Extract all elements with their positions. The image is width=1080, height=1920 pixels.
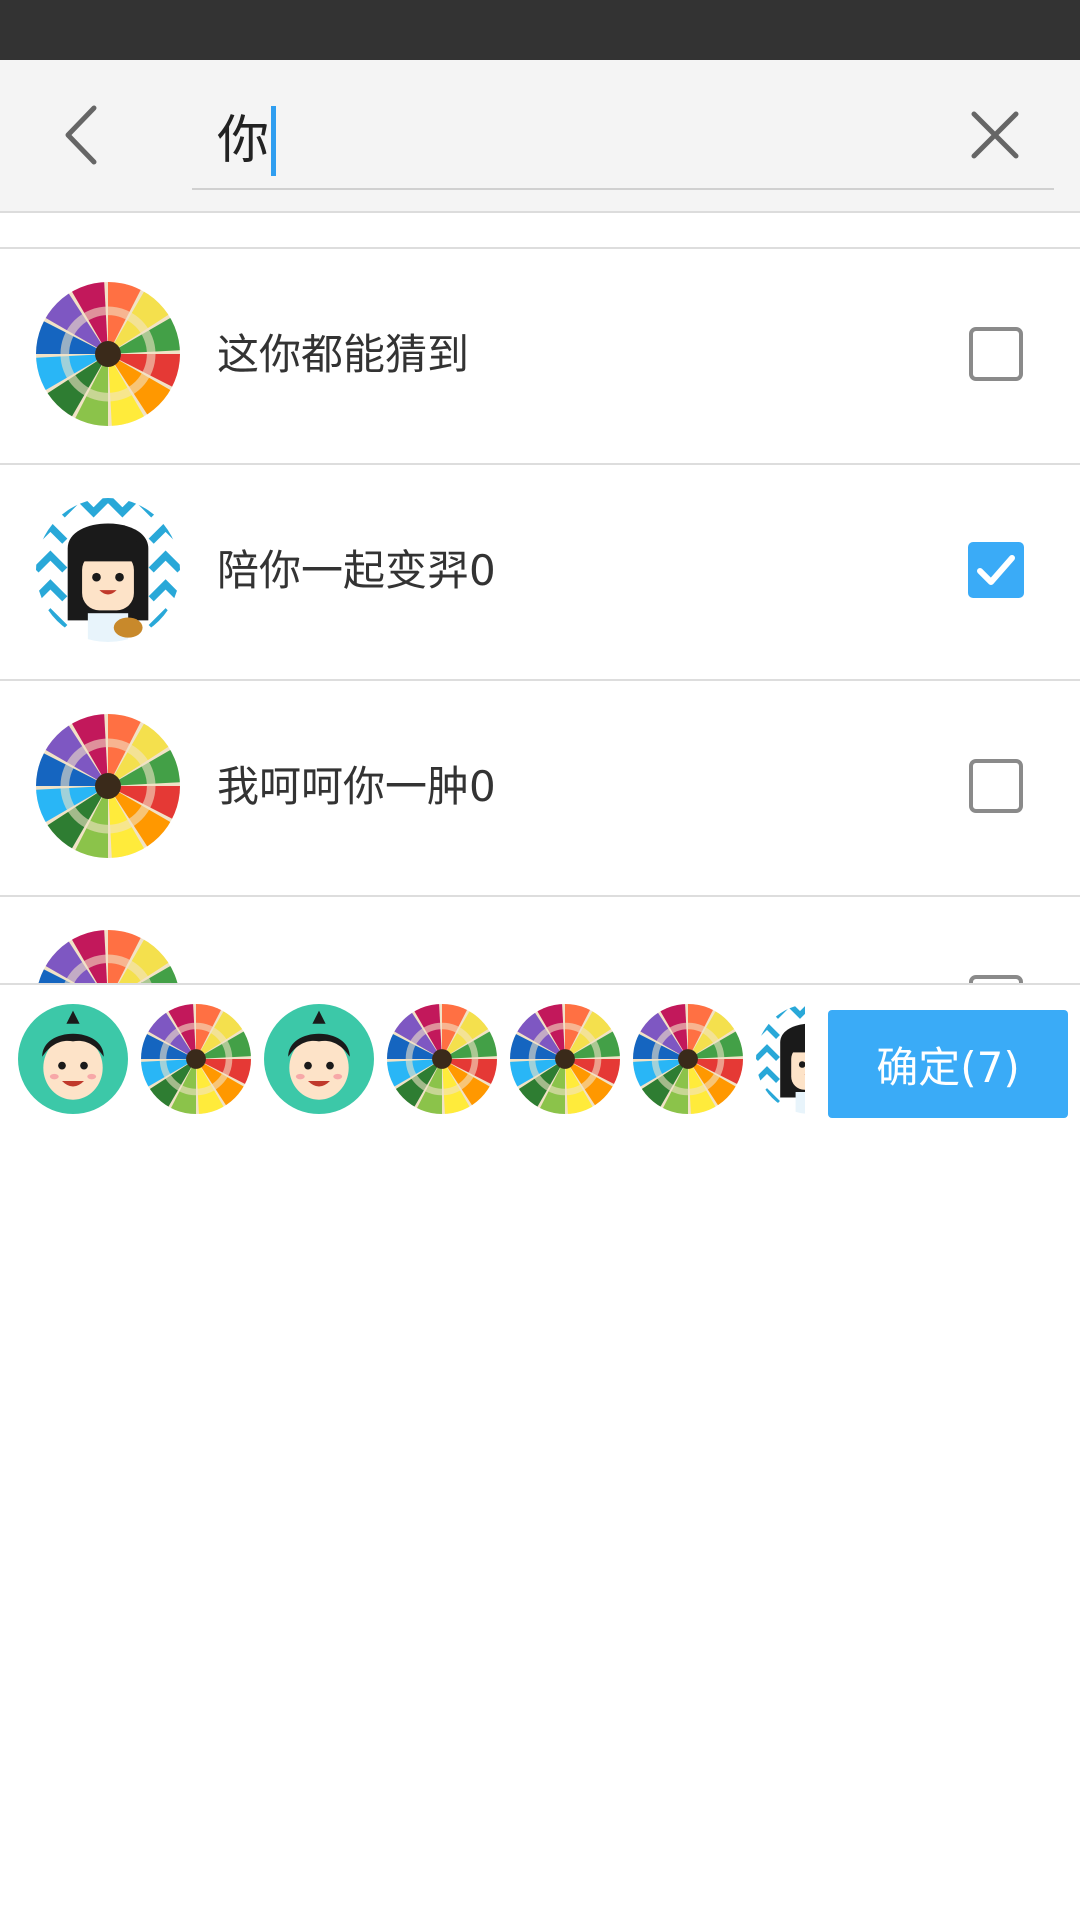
pencil-wheel-avatar-icon <box>387 1004 497 1114</box>
cartoon-boy-avatar-icon <box>18 1004 128 1114</box>
chevron-left-icon <box>65 105 97 165</box>
contact-name: 我呵呵你一肿0 <box>217 762 496 811</box>
empty-area <box>0 1128 1080 1920</box>
selected-avatar[interactable] <box>141 1004 251 1114</box>
search-input-value: 你 <box>217 111 270 171</box>
cartoon-girl-avatar-icon <box>756 1004 805 1114</box>
contact-checkbox[interactable] <box>968 974 1024 983</box>
selected-avatar[interactable] <box>633 1004 743 1114</box>
pencil-wheel-avatar-icon <box>36 282 180 426</box>
pencil-wheel-avatar-icon <box>510 1004 620 1114</box>
close-icon <box>971 111 1019 159</box>
search-results-list[interactable]: 这你都能猜到 陪你一起变羿0 我呵呵你一肿0 <box>0 213 1080 983</box>
pencil-wheel-avatar-icon <box>141 1004 251 1114</box>
contact-avatar <box>36 498 180 642</box>
pencil-wheel-avatar-icon <box>36 930 180 983</box>
contact-row[interactable]: 陪你一起变羿0 <box>0 463 1080 679</box>
contact-row[interactable] <box>0 895 1080 983</box>
contact-checkbox[interactable] <box>968 758 1024 814</box>
cartoon-boy-avatar-icon <box>264 1004 374 1114</box>
cartoon-girl-avatar-icon <box>36 498 180 642</box>
pencil-wheel-avatar-icon <box>36 714 180 858</box>
selected-avatar[interactable] <box>264 1004 374 1114</box>
status-bar <box>0 0 1080 60</box>
pencil-wheel-avatar-icon <box>633 1004 743 1114</box>
selected-avatar[interactable] <box>756 1004 805 1114</box>
selection-bar: 确定(7) <box>0 983 1080 1130</box>
clear-search-button[interactable] <box>960 100 1030 170</box>
contact-name: 陪你一起变羿0 <box>217 546 496 595</box>
contact-avatar <box>36 714 180 858</box>
contact-avatar <box>36 282 180 426</box>
text-cursor <box>271 106 277 176</box>
search-input[interactable]: 你 <box>192 76 1054 190</box>
contact-checkbox[interactable] <box>968 542 1024 598</box>
contact-row[interactable]: 我呵呵你一肿0 <box>0 679 1080 895</box>
checkbox-unchecked-icon <box>969 759 1023 813</box>
contact-row[interactable]: 这你都能猜到 <box>0 247 1080 463</box>
contact-name: 这你都能猜到 <box>217 330 470 379</box>
selected-avatar[interactable] <box>18 1004 128 1114</box>
contact-avatar <box>36 930 180 983</box>
search-header: 你 <box>0 60 1080 213</box>
selected-avatar[interactable] <box>510 1004 620 1114</box>
checkbox-checked-icon <box>968 542 1024 598</box>
checkbox-unchecked-icon <box>969 975 1023 983</box>
selected-avatars-strip[interactable] <box>0 985 805 1130</box>
confirm-button[interactable]: 确定(7) <box>828 1010 1068 1118</box>
selected-avatar[interactable] <box>387 1004 497 1114</box>
back-button[interactable] <box>50 100 120 170</box>
checkbox-unchecked-icon <box>969 327 1023 381</box>
contact-checkbox[interactable] <box>968 326 1024 382</box>
